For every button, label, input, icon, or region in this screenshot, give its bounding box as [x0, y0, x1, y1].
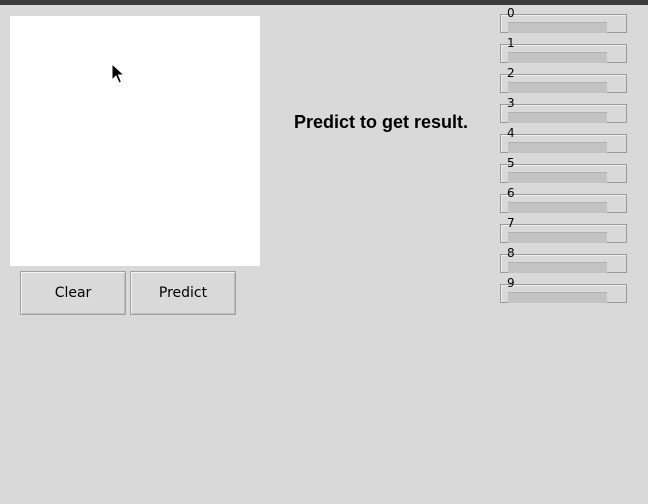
probability-bar-0: 0	[500, 6, 630, 36]
probability-bar-trough	[508, 172, 607, 183]
mouse-pointer-icon	[111, 63, 125, 84]
probability-bar-5: 5	[500, 156, 630, 186]
probability-bar-label: 9	[507, 276, 515, 290]
probability-bar-trough	[508, 202, 607, 213]
probability-bar-7: 7	[500, 216, 630, 246]
probability-bar-label: 2	[507, 66, 515, 80]
drawing-canvas[interactable]	[10, 16, 260, 266]
probability-bar-6: 6	[500, 186, 630, 216]
probability-bar-trough	[508, 22, 607, 33]
probability-bars: 0 1 2 3 4 5 6 7 8 9	[500, 6, 630, 306]
probability-bar-label: 1	[507, 36, 515, 50]
predict-button[interactable]: Predict	[130, 271, 236, 315]
probability-bar-3: 3	[500, 96, 630, 126]
window-title-bar	[0, 0, 648, 5]
probability-bar-8: 8	[500, 246, 630, 276]
probability-bar-label: 4	[507, 126, 515, 140]
probability-bar-label: 8	[507, 246, 515, 260]
probability-bar-trough	[508, 142, 607, 153]
probability-bar-label: 3	[507, 96, 515, 110]
probability-bar-1: 1	[500, 36, 630, 66]
clear-button[interactable]: Clear	[20, 271, 126, 315]
probability-bar-label: 5	[507, 156, 515, 170]
probability-bar-label: 6	[507, 186, 515, 200]
probability-bar-trough	[508, 82, 607, 93]
probability-bar-label: 7	[507, 216, 515, 230]
probability-bar-trough	[508, 232, 607, 243]
probability-bar-label: 0	[507, 6, 515, 20]
probability-bar-2: 2	[500, 66, 630, 96]
probability-bar-4: 4	[500, 126, 630, 156]
probability-bar-trough	[508, 262, 607, 273]
probability-bar-trough	[508, 292, 607, 303]
probability-bar-9: 9	[500, 276, 630, 306]
prediction-result-text: Predict to get result.	[293, 112, 469, 132]
probability-bar-trough	[508, 112, 607, 123]
probability-bar-trough	[508, 52, 607, 63]
